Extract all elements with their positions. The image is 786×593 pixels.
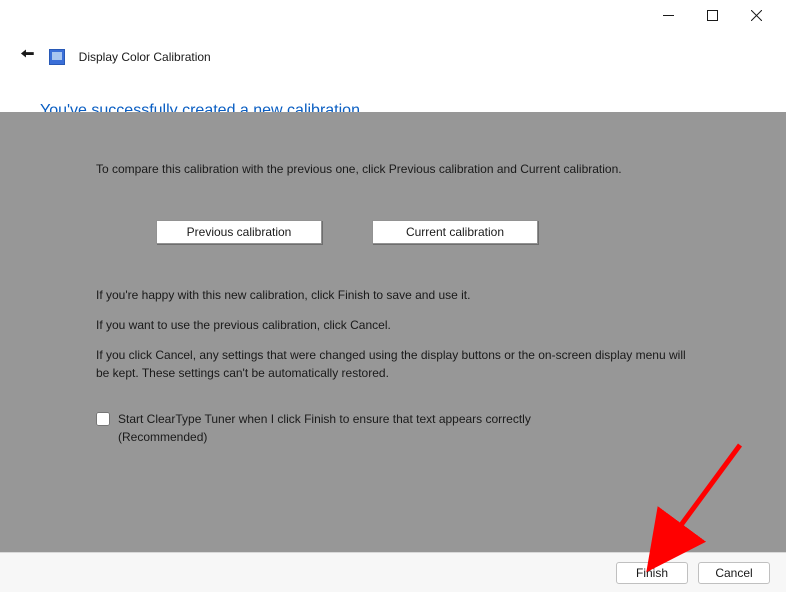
content-area: To compare this calibration with the pre… xyxy=(0,112,786,552)
back-arrow-icon[interactable]: 🠨 xyxy=(20,42,35,72)
previous-calibration-button[interactable]: Previous calibration xyxy=(156,220,322,244)
current-calibration-button[interactable]: Current calibration xyxy=(372,220,538,244)
intro-text: To compare this calibration with the pre… xyxy=(96,160,690,178)
minimize-button[interactable] xyxy=(646,4,690,26)
close-button[interactable] xyxy=(734,4,778,26)
app-icon xyxy=(49,49,65,65)
title-bar xyxy=(0,0,786,30)
cleartype-checkbox[interactable] xyxy=(96,412,110,426)
finish-button[interactable]: Finish xyxy=(616,562,688,584)
app-title: Display Color Calibration xyxy=(79,50,211,64)
header-area: 🠨 Display Color Calibration You've succe… xyxy=(0,30,786,112)
info-line-1: If you're happy with this new calibratio… xyxy=(96,286,690,304)
info-line-2: If you want to use the previous calibrat… xyxy=(96,316,690,334)
cancel-button[interactable]: Cancel xyxy=(698,562,770,584)
info-line-3: If you click Cancel, any settings that w… xyxy=(96,346,690,382)
compare-buttons: Previous calibration Current calibration xyxy=(156,220,690,244)
footer-bar: Finish Cancel xyxy=(0,552,786,592)
cleartype-label: Start ClearType Tuner when I click Finis… xyxy=(118,410,548,446)
cleartype-row: Start ClearType Tuner when I click Finis… xyxy=(96,410,690,446)
info-block: If you're happy with this new calibratio… xyxy=(96,286,690,382)
maximize-button[interactable] xyxy=(690,4,734,26)
